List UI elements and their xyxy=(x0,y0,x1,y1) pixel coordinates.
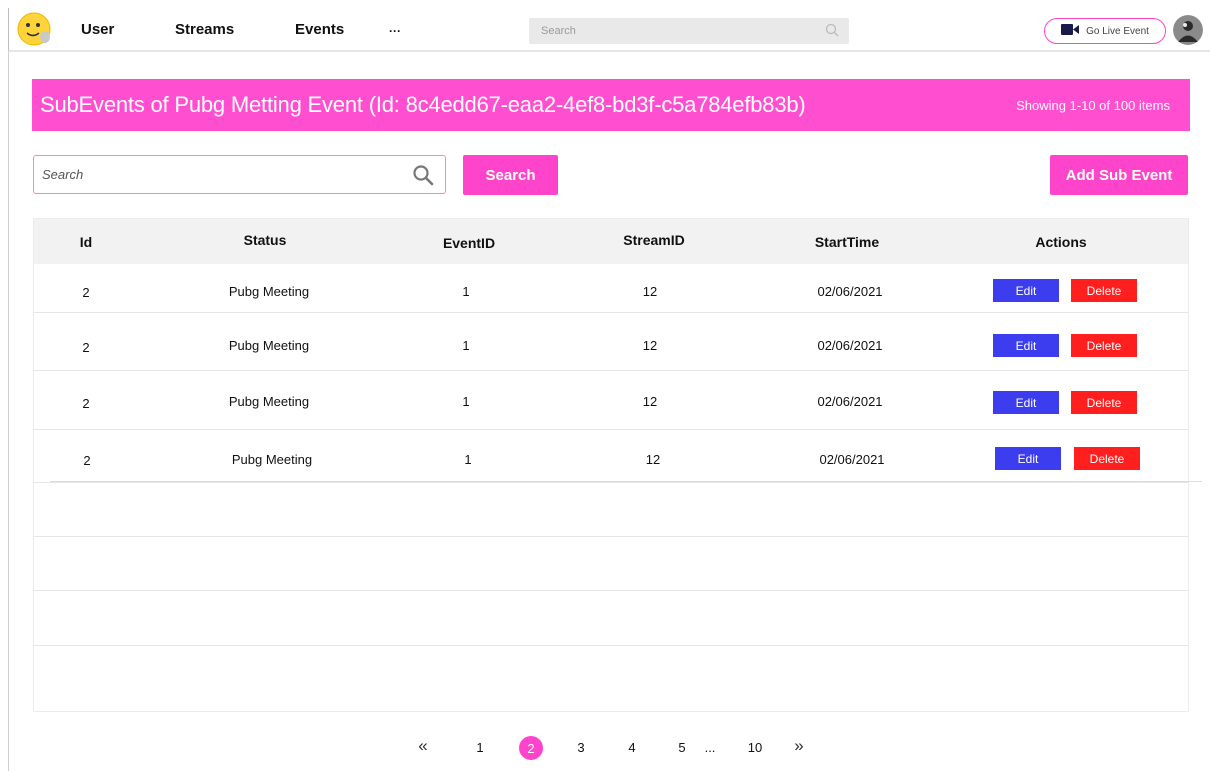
column-header-id: Id xyxy=(79,234,93,250)
table-row: 2 Pubg Meeting 1 12 02/06/2021 Edit Dele… xyxy=(34,313,1188,371)
cell-status: Pubg Meeting xyxy=(228,284,310,299)
search-button[interactable]: Search xyxy=(463,155,558,195)
nav-events[interactable]: Events xyxy=(295,21,344,38)
pagination-page-3[interactable]: 3 xyxy=(577,740,584,755)
edit-button[interactable]: Edit xyxy=(995,447,1061,470)
table-header: Id Status EventID StreamID StartTime Act… xyxy=(34,219,1188,264)
nav-user[interactable]: User xyxy=(81,21,114,38)
cell-stream-id: 12 xyxy=(642,284,658,299)
empty-table-row xyxy=(34,591,1188,646)
go-live-event-button[interactable]: Go Live Event xyxy=(1044,18,1166,44)
pagination-ellipsis: ... xyxy=(704,740,716,755)
cell-event-id: 1 xyxy=(462,284,470,299)
subevent-search-box xyxy=(33,155,446,194)
video-camera-icon xyxy=(1061,22,1080,40)
cell-start-time: 02/06/2021 xyxy=(817,394,883,409)
cell-id: 2 xyxy=(82,340,90,355)
subevents-table: Id Status EventID StreamID StartTime Act… xyxy=(33,218,1189,712)
pagination-page-10[interactable]: 10 xyxy=(748,740,762,755)
column-header-start-time: StartTime xyxy=(814,234,880,250)
cell-id: 2 xyxy=(83,453,91,468)
delete-button[interactable]: Delete xyxy=(1071,391,1137,414)
user-avatar[interactable] xyxy=(1173,15,1203,45)
empty-table-row xyxy=(34,646,1188,712)
cell-start-time: 02/06/2021 xyxy=(817,338,883,353)
nav-search-input[interactable] xyxy=(529,18,849,44)
cell-status: Pubg Meeting xyxy=(228,394,310,409)
app-logo-icon[interactable] xyxy=(17,12,53,46)
cell-event-id: 1 xyxy=(462,394,470,409)
pagination-page-2-current[interactable]: 2 xyxy=(519,736,543,760)
nav-streams[interactable]: Streams xyxy=(175,21,234,38)
page-header-banner: SubEvents of Pubg Metting Event (Id: 8c4… xyxy=(32,79,1190,131)
cell-id: 2 xyxy=(82,285,90,300)
edit-button[interactable]: Edit xyxy=(993,334,1059,357)
edit-button[interactable]: Edit xyxy=(993,279,1059,302)
item-count-label: Showing 1-10 of 100 items xyxy=(1016,98,1170,113)
search-icon[interactable] xyxy=(412,164,434,186)
column-header-event-id: EventID xyxy=(442,235,496,251)
cell-id: 2 xyxy=(82,396,90,411)
delete-button[interactable]: Delete xyxy=(1071,334,1137,357)
pagination-first-icon[interactable]: « xyxy=(418,736,427,756)
cell-status: Pubg Meeting xyxy=(228,338,310,353)
pagination-page-5[interactable]: 5 xyxy=(678,740,685,755)
pagination-page-1[interactable]: 1 xyxy=(476,740,483,755)
empty-table-row xyxy=(34,537,1188,591)
cell-start-time: 02/06/2021 xyxy=(817,284,883,299)
pagination-page-4[interactable]: 4 xyxy=(628,740,635,755)
page-left-border xyxy=(8,52,9,771)
top-nav-bar: User Streams Events ··· Go Live Event xyxy=(8,8,1210,52)
page-title: SubEvents of Pubg Metting Event (Id: 8c4… xyxy=(40,92,806,117)
add-sub-event-button[interactable]: Add Sub Event xyxy=(1050,155,1188,195)
cell-event-id: 1 xyxy=(462,338,470,353)
row-divider xyxy=(50,481,1202,482)
delete-button[interactable]: Delete xyxy=(1074,447,1140,470)
empty-table-row xyxy=(34,482,1188,537)
nav-more-menu[interactable]: ··· xyxy=(389,24,401,38)
column-header-stream-id: StreamID xyxy=(623,232,685,248)
cell-event-id: 1 xyxy=(464,452,472,467)
cell-start-time: 02/06/2021 xyxy=(819,452,885,467)
cell-status: Pubg Meeting xyxy=(231,452,313,467)
edit-button[interactable]: Edit xyxy=(993,391,1059,414)
table-row: 2 Pubg Meeting 1 12 02/06/2021 Edit Dele… xyxy=(34,264,1188,313)
cell-stream-id: 12 xyxy=(642,338,658,353)
column-header-status: Status xyxy=(243,232,287,248)
subevent-search-input[interactable] xyxy=(34,156,404,193)
pagination: « 1 2 3 4 5 ... 10 » xyxy=(0,736,1210,760)
table-row: 2 Pubg Meeting 1 12 02/06/2021 Edit Dele… xyxy=(34,430,1188,482)
column-header-actions: Actions xyxy=(1035,234,1087,250)
cell-stream-id: 12 xyxy=(645,452,661,467)
pagination-last-icon[interactable]: » xyxy=(794,736,803,756)
nav-search-icon[interactable] xyxy=(825,23,841,39)
table-row: 2 Pubg Meeting 1 12 02/06/2021 Edit Dele… xyxy=(34,371,1188,430)
cell-stream-id: 12 xyxy=(642,394,658,409)
delete-button[interactable]: Delete xyxy=(1071,279,1137,302)
go-live-event-label: Go Live Event xyxy=(1086,25,1149,37)
